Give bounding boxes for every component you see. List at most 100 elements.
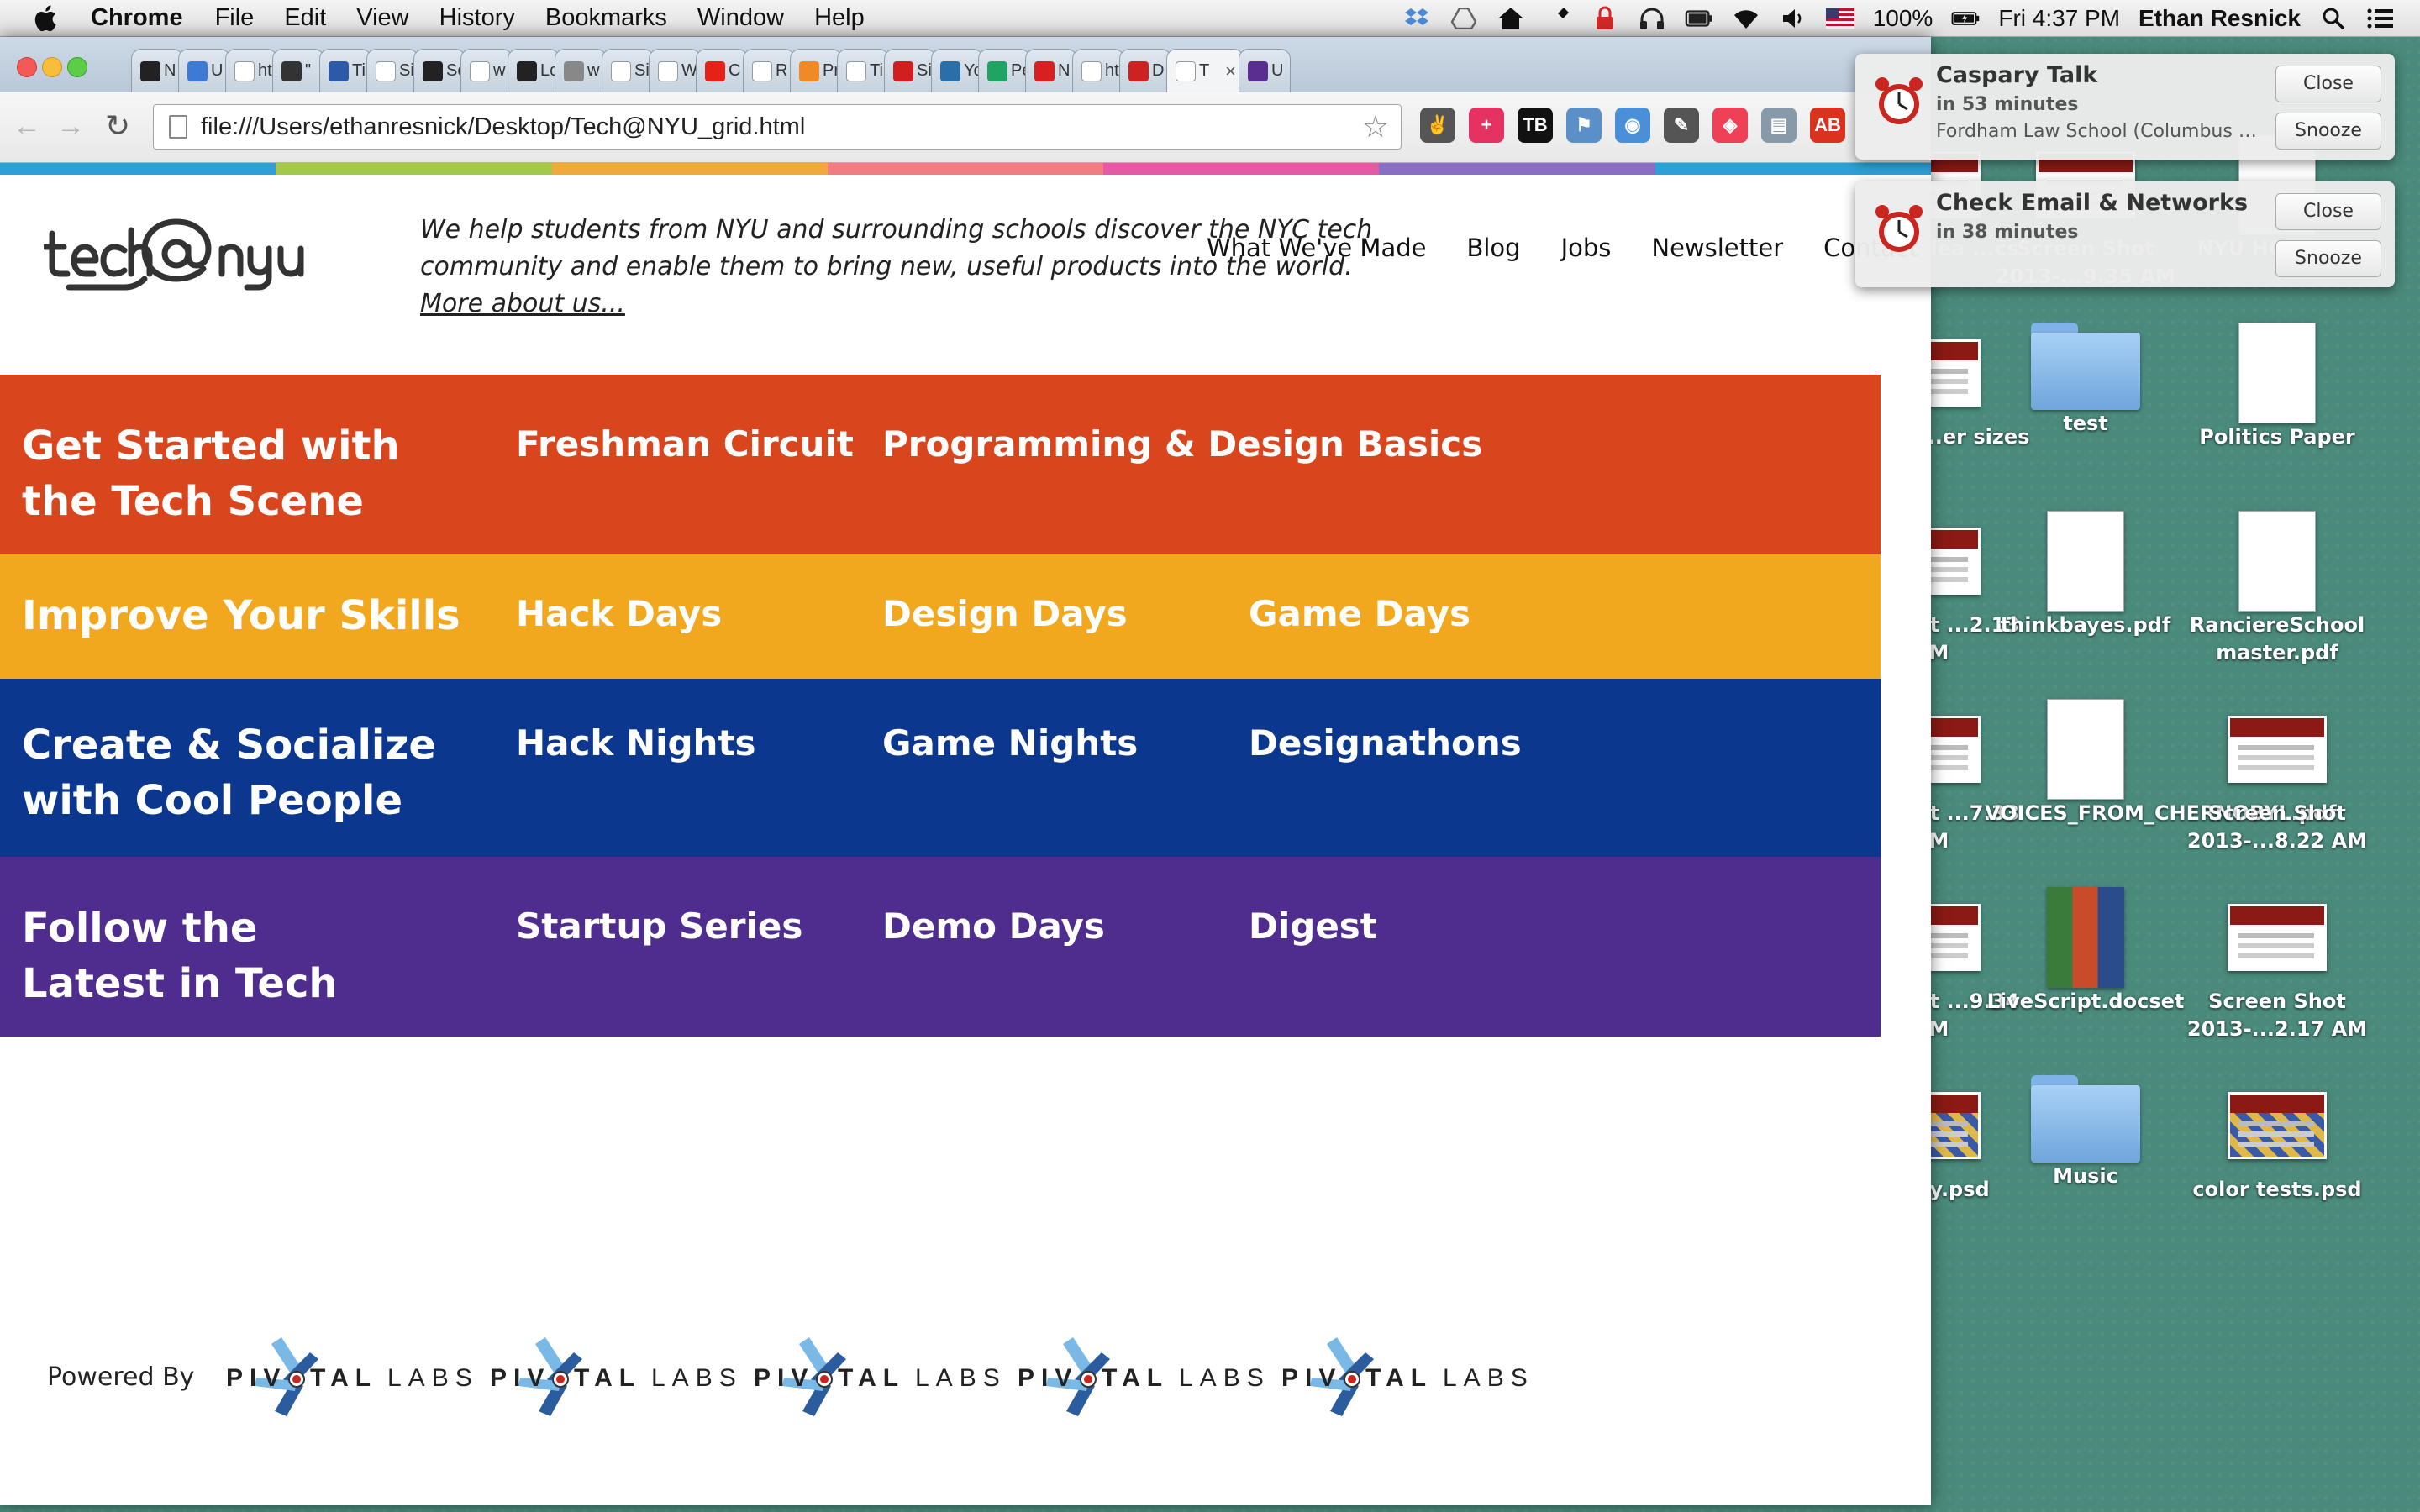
bookmark-star-icon[interactable]: ☆ [1362, 109, 1389, 144]
plus-icon[interactable]: + [1469, 108, 1504, 143]
tool-icon[interactable] [1544, 6, 1572, 31]
menu-bookmarks[interactable]: Bookmarks [545, 4, 667, 32]
pivotal-labs-logo[interactable]: PIV TAL LABS [1014, 1331, 1266, 1423]
window-zoom-button[interactable] [67, 57, 87, 77]
tab[interactable]: Lc [508, 49, 560, 92]
tab[interactable]: Sc [413, 49, 466, 92]
desktop-icon[interactable]: VOICES_FROM_CHERNOBYL.pdf [1985, 699, 2337, 827]
address-text[interactable]: file:///Users/ethanresnick/Desktop/Tech@… [201, 113, 805, 141]
link-startup-series[interactable]: Startup Series [516, 906, 802, 947]
tab[interactable]: " [272, 49, 324, 92]
notification-caspary-talk[interactable]: Caspary Talk in 53 minutes Fordham Law S… [1855, 54, 2395, 160]
flag-us-icon[interactable] [1825, 6, 1854, 31]
battery-level-icon[interactable] [1685, 6, 1713, 31]
link-design-days[interactable]: Design Days [882, 593, 1128, 634]
desktop-icon[interactable]: Music [1985, 1075, 2186, 1190]
tab[interactable]: R [743, 49, 795, 92]
battery-percent[interactable]: 100% [1873, 5, 1933, 32]
pivotal-labs-logo[interactable]: PIV TAL LABS [487, 1331, 739, 1423]
tab[interactable]: C [696, 49, 748, 92]
tab[interactable]: U [178, 49, 230, 92]
tab[interactable]: w [555, 49, 607, 92]
more-about-us-link[interactable]: More about us... [420, 289, 625, 318]
target-icon[interactable]: ◉ [1615, 108, 1650, 143]
tb-icon[interactable]: TB [1518, 108, 1553, 143]
desktop-icon[interactable]: Politics Paper [2176, 323, 2378, 451]
battery-icon[interactable] [1951, 6, 1980, 31]
tab[interactable]: Yo [931, 49, 983, 92]
row-heading[interactable]: Create & Socialize with Cool People [22, 717, 459, 828]
adblock-icon[interactable]: AB [1810, 108, 1845, 143]
nav-newsletter[interactable]: Newsletter [1651, 234, 1783, 262]
headphones-icon[interactable] [1638, 6, 1666, 31]
menu-view[interactable]: View [356, 4, 408, 32]
peace-icon[interactable]: ✌ [1420, 108, 1455, 143]
tab[interactable]: N [131, 49, 183, 92]
app-menu-chrome[interactable]: Chrome [91, 4, 183, 32]
notification-center-icon[interactable] [2366, 6, 2395, 31]
close-button[interactable]: Close [2275, 66, 2381, 102]
snooze-button[interactable]: Snooze [2275, 240, 2381, 277]
home-icon[interactable] [1497, 6, 1525, 31]
menu-window[interactable]: Window [697, 4, 784, 32]
snooze-button[interactable]: Snooze [2275, 113, 2381, 150]
address-bar[interactable]: file:///Users/ethanresnick/Desktop/Tech@… [153, 104, 1402, 150]
spotlight-search-icon[interactable] [2319, 6, 2348, 31]
wifi-icon[interactable] [1732, 6, 1760, 31]
tab[interactable]: w [460, 49, 513, 92]
flag-icon[interactable]: ⚑ [1566, 108, 1602, 143]
forward-button[interactable]: → [54, 109, 87, 143]
volume-icon[interactable] [1779, 6, 1807, 31]
desktop-icon[interactable]: thinkbayes.pdf [1985, 511, 2186, 639]
link-game-days[interactable]: Game Days [1249, 593, 1470, 634]
drive-icon[interactable] [1449, 6, 1478, 31]
desktop-icon[interactable]: RanciereSchool master.pdf [2176, 511, 2378, 667]
menu-file[interactable]: File [215, 4, 255, 32]
desktop-icon[interactable]: test [1985, 323, 2186, 438]
desktop-icon[interactable]: LiveScript.docset [1985, 887, 2186, 1016]
link-freshman-circuit[interactable]: Freshman Circuit [516, 423, 854, 465]
nav-blog[interactable]: Blog [1466, 234, 1520, 262]
dropbox-icon[interactable] [1402, 6, 1431, 31]
tab[interactable]: W [649, 49, 701, 92]
tab[interactable]: ht [225, 49, 277, 92]
desktop-icon[interactable]: color tests.psd [2176, 1075, 2378, 1204]
pivotal-labs-logo[interactable]: PIV TAL LABS [750, 1331, 1002, 1423]
row-heading[interactable]: Improve Your Skills [22, 588, 492, 643]
user-name[interactable]: Ethan Resnick [2139, 5, 2301, 32]
back-button[interactable]: ← [10, 109, 44, 143]
nav-jobs[interactable]: Jobs [1561, 234, 1612, 262]
reload-button[interactable]: ↻ [101, 109, 134, 143]
tab[interactable]: N [1025, 49, 1077, 92]
row-heading[interactable]: Get Started with the Tech Scene [22, 418, 408, 529]
pivotal-labs-logo[interactable]: PIV TAL LABS [223, 1331, 475, 1423]
tab[interactable]: ht [1072, 49, 1124, 92]
link-hack-nights[interactable]: Hack Nights [516, 722, 756, 764]
tab-active[interactable]: T × [1166, 49, 1244, 92]
tab-close-icon[interactable]: × [1225, 60, 1236, 82]
nav-what-weve-made[interactable]: What We've Made [1207, 234, 1426, 262]
tab[interactable]: Pe [978, 49, 1030, 92]
wrench-icon[interactable]: ✎ [1664, 108, 1699, 143]
tab[interactable]: Ti [319, 49, 371, 92]
link-demo-days[interactable]: Demo Days [882, 906, 1105, 947]
menu-edit[interactable]: Edit [284, 4, 326, 32]
window-minimize-button[interactable] [42, 57, 62, 77]
clock[interactable]: Fri 4:37 PM [1998, 5, 2120, 32]
notification-check-email[interactable]: Check Email & Networks in 38 minutes Clo… [1855, 181, 2395, 287]
menu-help[interactable]: Help [814, 4, 865, 32]
link-programming-design-basics[interactable]: Programming & Design Basics [882, 423, 1482, 465]
menu-history[interactable]: History [439, 4, 515, 32]
window-close-button[interactable] [17, 57, 37, 77]
tab[interactable]: Ti [837, 49, 889, 92]
tab[interactable]: U [1239, 49, 1291, 92]
link-hack-days[interactable]: Hack Days [516, 593, 722, 634]
pocket-icon[interactable]: ◈ [1712, 108, 1748, 143]
doc-icon[interactable]: ▤ [1761, 108, 1797, 143]
tab[interactable]: Si [366, 49, 418, 92]
close-button[interactable]: Close [2275, 193, 2381, 230]
link-designathons[interactable]: Designathons [1249, 722, 1522, 764]
link-game-nights[interactable]: Game Nights [882, 722, 1138, 764]
tech-at-nyu-logo[interactable] [44, 208, 371, 309]
desktop-icon[interactable]: Screen Shot 2013-...8.22 AM [2176, 699, 2378, 855]
